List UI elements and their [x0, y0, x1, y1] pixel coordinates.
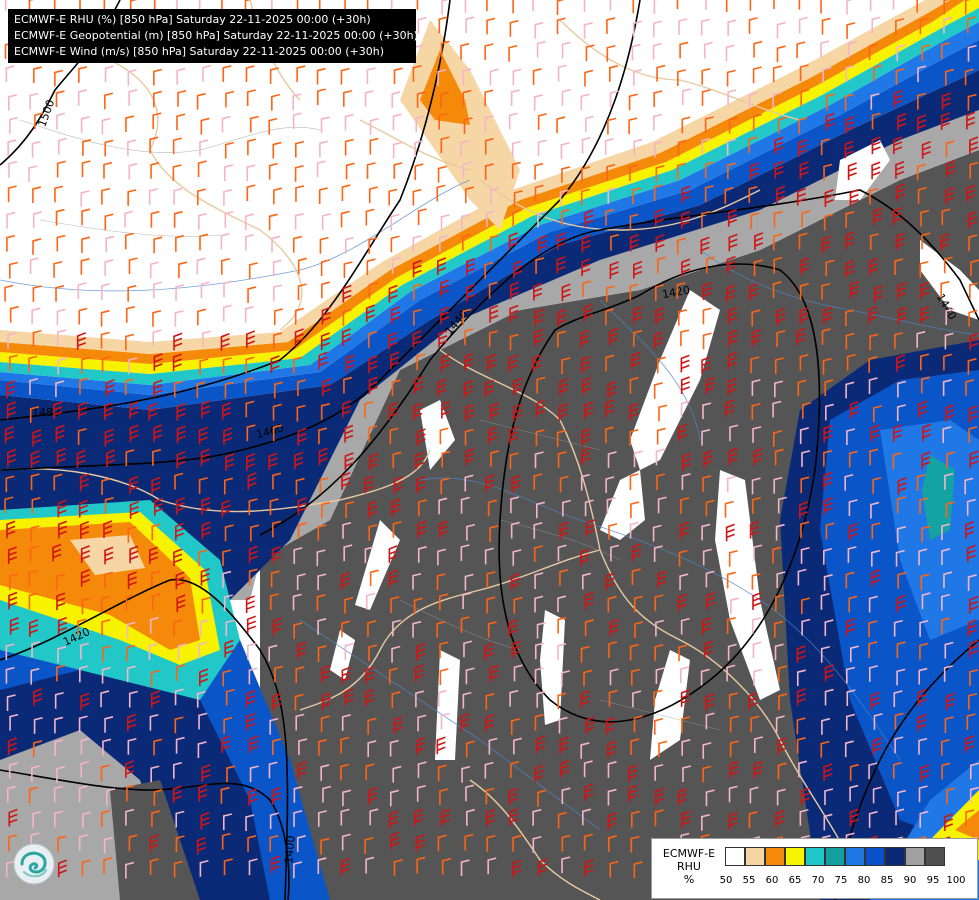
legend-title: ECMWF-E RHU % [656, 847, 722, 886]
legend-swatch [745, 847, 765, 866]
legend-tick: 50 [719, 875, 733, 886]
title-wind: ECMWF-E Wind (m/s) [850 hPa] Saturday 22… [14, 45, 384, 58]
brand-swirl-icon [13, 843, 55, 885]
legend-swatch [885, 847, 905, 866]
legend-tick: 90 [903, 875, 917, 886]
legend-swatch [765, 847, 785, 866]
legend-tick: 55 [742, 875, 756, 886]
legend-tick: 85 [880, 875, 894, 886]
legend-tick: 80 [857, 875, 871, 886]
legend-tick: 75 [834, 875, 848, 886]
legend-swatch [925, 847, 945, 866]
title-rhu: ECMWF-E RHU (%) [850 hPa] Saturday 22-11… [14, 13, 371, 26]
title-geopotential: ECMWF-E Geopotential (m) [850 hPa] Satur… [14, 29, 418, 42]
legend-unit: % [683, 873, 695, 886]
legend-tick: 65 [788, 875, 802, 886]
legend-tick: 95 [926, 875, 940, 886]
legend-tick: 60 [765, 875, 779, 886]
legend-tick: 100 [946, 875, 966, 886]
legend-swatch [865, 847, 885, 866]
legend-swatch [825, 847, 845, 866]
legend-variable: RHU [677, 860, 701, 873]
weather-map-view: 1500 1480 1460 1440 1420 1420 1440 1400 … [0, 0, 979, 900]
legend-model: ECMWF-E [662, 847, 716, 860]
contour-label-1400: 1400 [282, 835, 297, 864]
legend-swatch [905, 847, 925, 866]
color-legend: ECMWF-E RHU % 50 55 60 65 70 75 80 85 90 95 100 [651, 838, 978, 899]
legend-tick: 70 [811, 875, 825, 886]
legend-ticks: 50 55 60 65 70 75 80 85 90 95 100 [720, 875, 975, 891]
rhu-map: 1500 1480 1460 1440 1420 1420 1440 1400 [0, 0, 979, 900]
legend-swatch [805, 847, 825, 866]
legend-swatch [785, 847, 805, 866]
legend-swatches [725, 847, 945, 866]
legend-swatch [725, 847, 745, 866]
legend-swatch [845, 847, 865, 866]
map-title-box: ECMWF-E RHU (%) [850 hPa] Saturday 22-11… [8, 9, 418, 63]
